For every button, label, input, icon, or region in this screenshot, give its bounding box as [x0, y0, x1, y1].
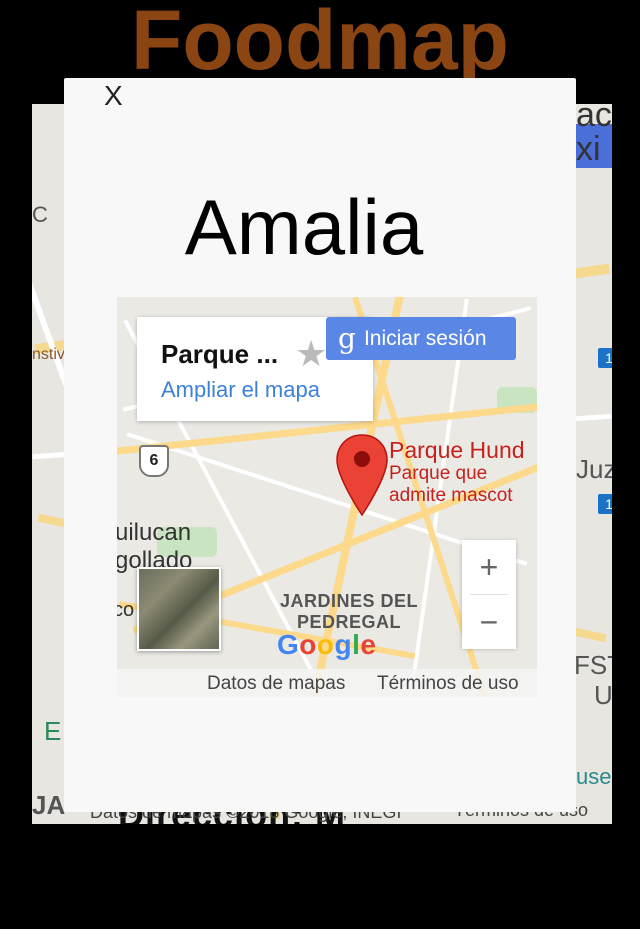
map-footer: Datos de mapas Términos de uso [117, 669, 537, 697]
close-button[interactable]: X [104, 80, 123, 112]
satellite-toggle[interactable] [137, 567, 221, 651]
bg-badge: 1 [598, 494, 612, 514]
area-label: uilucan [117, 519, 192, 546]
zoom-in-button[interactable]: + [462, 540, 516, 594]
place-name: Amalia [184, 183, 424, 271]
enlarge-map-link[interactable]: Ampliar el mapa [161, 377, 320, 403]
info-card-title: Parque ... [161, 339, 279, 369]
zoom-control: + − [462, 540, 516, 649]
area-label: co [117, 599, 135, 621]
star-icon[interactable]: ★ [295, 333, 327, 375]
place-modal: X Amalia Parque ... ★ Ampliar el mapa g … [64, 78, 576, 812]
google-logo-letter: o [316, 629, 335, 660]
pin-title: Parque Hund [389, 437, 525, 463]
map-terms-link[interactable]: Términos de uso [377, 673, 519, 695]
bg-label: U [594, 680, 612, 710]
embedded-map[interactable]: Parque ... ★ Ampliar el mapa g Iniciar s… [117, 297, 537, 697]
google-logo-letter: e [360, 629, 377, 660]
google-logo-letter: G [277, 629, 300, 660]
signin-label: Iniciar sesión [363, 326, 487, 350]
google-logo-letter: o [299, 629, 317, 660]
route-shield: 6 [139, 445, 169, 477]
google-g-icon: g [338, 321, 356, 355]
zoom-out-button[interactable]: − [462, 595, 516, 649]
bg-label: xi [576, 130, 601, 168]
district-line: JARDINES DEL [279, 591, 419, 611]
bg-label: FST [574, 650, 612, 680]
bg-label: nstiv [32, 346, 65, 363]
map-pin-icon[interactable] [335, 433, 389, 517]
pin-subtitle: admite mascot [389, 485, 513, 506]
bg-label: C [32, 202, 48, 227]
bg-label: Juz [576, 454, 612, 484]
bg-badge: 1 [598, 348, 612, 368]
app-title: Foodmap [131, 0, 509, 87]
google-logo: Google [277, 629, 376, 661]
google-logo-letter: g [334, 629, 353, 660]
bg-label: JA [32, 790, 66, 820]
bg-label: E [44, 716, 62, 746]
signin-button[interactable]: g Iniciar sesión [326, 317, 516, 360]
bg-label: use [576, 764, 612, 789]
district-label: JARDINES DEL PEDREGAL [249, 591, 449, 633]
pin-subtitle: Parque que [389, 463, 488, 484]
pin-label: Parque Hund Parque que admite mascot [389, 439, 525, 507]
map-data-link[interactable]: Datos de mapas [207, 673, 345, 695]
